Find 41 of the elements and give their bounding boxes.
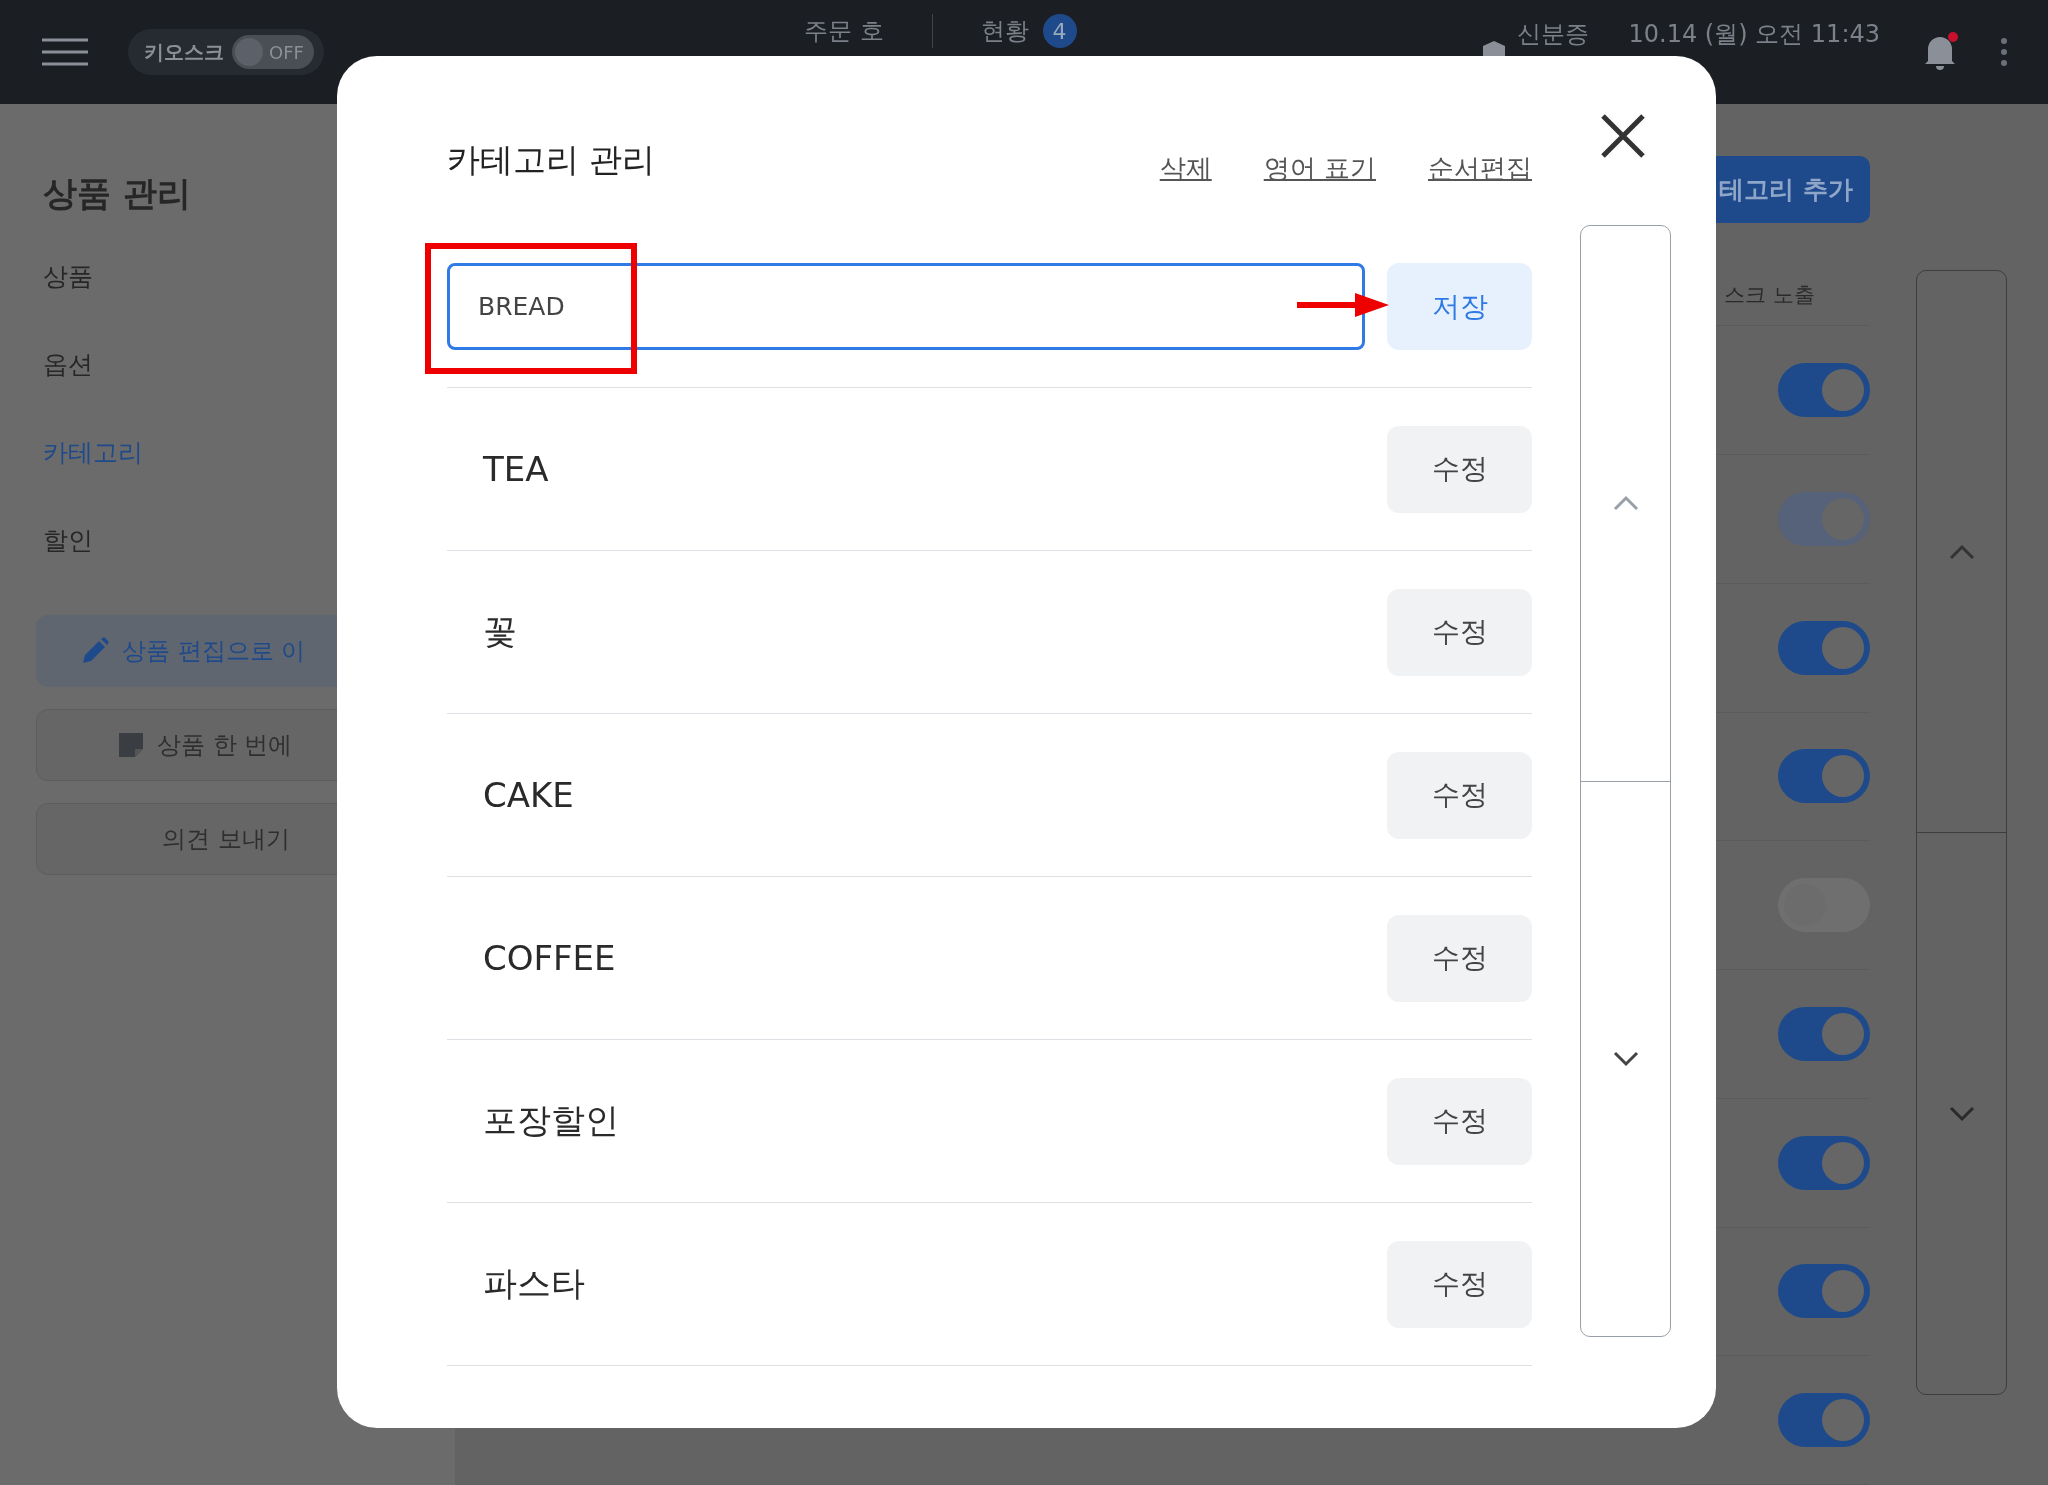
toggle-switch[interactable] — [1778, 1135, 1870, 1190]
toggle-switch[interactable] — [1778, 1393, 1870, 1448]
category-input[interactable]: BREAD — [447, 263, 1365, 350]
header-link[interactable]: 삭제 — [1159, 150, 1212, 186]
edit-button[interactable]: 수정 — [1387, 1077, 1532, 1165]
sidebar-title: 상품 관리 — [43, 172, 192, 215]
kiosk-label: 키오스크 — [144, 38, 224, 66]
toggle-switch[interactable] — [1778, 363, 1870, 418]
date-time: 10.14 (월) 오전 11:43 — [1628, 19, 1880, 50]
category-name: 꽃 — [482, 610, 517, 653]
chevron-up-icon[interactable] — [1612, 495, 1639, 512]
chevron-up-icon[interactable] — [1948, 543, 1975, 560]
pencil-icon — [80, 636, 110, 666]
edit-button[interactable]: 수정 — [1387, 425, 1532, 513]
category-name: CAKE — [482, 775, 574, 815]
category-name: 파스타 — [482, 1262, 585, 1305]
save-button[interactable]: 저장 — [1387, 263, 1532, 350]
nav-tab[interactable]: 현황 — [980, 15, 1029, 47]
category-name: TEA — [482, 449, 549, 489]
close-icon[interactable] — [1600, 113, 1646, 159]
spreadsheet-icon — [117, 731, 145, 759]
menu-icon[interactable] — [40, 37, 90, 67]
more-icon[interactable] — [2000, 37, 2008, 67]
category-name: 포장할인 — [482, 1099, 619, 1142]
id-check-label[interactable]: 신분증 — [1516, 18, 1589, 50]
edit-button[interactable]: 수정 — [1387, 751, 1532, 839]
count-badge: 4 — [1042, 14, 1077, 48]
header-link[interactable]: 영어 표기 — [1263, 150, 1376, 186]
dialog-title: 카테고리 관리 — [447, 138, 656, 181]
nav-tab[interactable]: 주문 호 — [803, 15, 884, 47]
toggle-switch[interactable] — [1778, 749, 1870, 804]
chevron-down-icon[interactable] — [1612, 1050, 1639, 1067]
edit-button[interactable]: 수정 — [1387, 588, 1532, 676]
edit-button[interactable]: 수정 — [1387, 914, 1532, 1002]
toggle-switch[interactable] — [1778, 1264, 1870, 1319]
header-link[interactable]: 순서편집 — [1428, 150, 1532, 186]
category-name: COFFEE — [482, 938, 616, 978]
edit-button[interactable]: 수정 — [1387, 1240, 1532, 1328]
kiosk-toggle[interactable]: OFF — [232, 35, 314, 69]
toggle-switch[interactable] — [1778, 1006, 1870, 1061]
toggle-switch[interactable] — [1778, 620, 1870, 675]
